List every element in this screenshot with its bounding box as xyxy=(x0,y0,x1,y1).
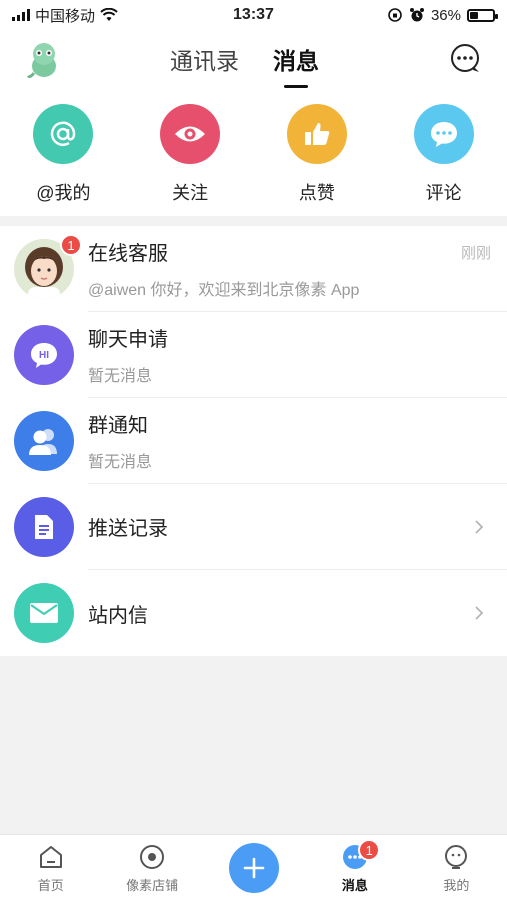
at-icon xyxy=(33,104,94,164)
list-item-chat-requests[interactable]: HI 聊天申请 暂无消息 xyxy=(0,312,507,398)
quick-action-likes[interactable]: 点赞 xyxy=(254,92,381,216)
alarm-icon xyxy=(409,8,424,22)
quick-action-follow[interactable]: 关注 xyxy=(127,92,254,216)
nav-label: 消息 xyxy=(341,878,368,893)
battery-icon xyxy=(467,8,498,22)
hi-bubble-icon: HI xyxy=(14,325,74,385)
carrier-label: 中国移动 xyxy=(35,7,96,25)
comment-icon xyxy=(413,104,474,164)
nav-publish[interactable] xyxy=(203,835,304,900)
wifi-icon xyxy=(100,8,118,21)
quick-action-label: 评论 xyxy=(425,183,462,203)
list-item-push-records[interactable]: 推送记录 xyxy=(0,484,507,570)
rotation-lock-icon xyxy=(388,8,402,22)
header: 通讯录 消息 xyxy=(0,30,507,92)
unread-badge: 1 xyxy=(60,234,82,256)
nav-label: 我的 xyxy=(443,878,470,893)
quick-actions: @我的 关注 点赞 评论 xyxy=(0,92,507,216)
quick-action-label: @我的 xyxy=(36,183,91,203)
plus-icon[interactable] xyxy=(228,843,279,893)
list-item-title: 站内信 xyxy=(88,604,148,627)
list-item-title: 推送记录 xyxy=(88,518,168,540)
bottom-nav: 首页 像素店铺 1 消息 我的 xyxy=(0,834,507,900)
clock: 13:37 xyxy=(233,6,274,23)
signal-icon xyxy=(12,9,30,21)
profile-icon xyxy=(445,845,468,869)
nav-shop[interactable]: 像素店铺 xyxy=(101,835,202,900)
list-item-title: 在线客服 xyxy=(88,243,168,265)
thumbs-up-icon xyxy=(286,104,347,164)
nav-label: 像素店铺 xyxy=(126,878,179,893)
mascot-avatar-icon[interactable] xyxy=(24,40,64,80)
chevron-right-icon xyxy=(475,519,484,534)
list-item-subtitle: 暂无消息 xyxy=(88,368,153,385)
svg-text:HI: HI xyxy=(39,350,49,361)
battery-percent: 36% xyxy=(430,6,461,24)
quick-action-mentions[interactable]: @我的 xyxy=(0,92,127,216)
list-item-title: 群通知 xyxy=(88,415,148,437)
tab-messages[interactable]: 消息 xyxy=(273,42,319,88)
nav-messages[interactable]: 1 消息 xyxy=(304,835,405,900)
list-item-time: 刚刚 xyxy=(460,245,491,262)
message-list: 1 在线客服 @aiwen 你好，欢迎来到北京像素 App 刚刚 HI 聊天申请… xyxy=(0,226,507,656)
list-item-subtitle: 暂无消息 xyxy=(88,454,153,471)
list-item-subtitle: @aiwen 你好，欢迎来到北京像素 App xyxy=(88,282,360,299)
quick-action-comments[interactable]: 评论 xyxy=(380,92,507,216)
chat-bubble-icon[interactable] xyxy=(449,42,483,76)
document-icon xyxy=(14,497,74,557)
tab-contacts[interactable]: 通讯录 xyxy=(170,42,239,88)
quick-action-label: 关注 xyxy=(172,183,209,203)
header-tabs: 通讯录 消息 xyxy=(170,42,319,88)
list-item-group-notice[interactable]: 群通知 暂无消息 xyxy=(0,398,507,484)
shop-icon xyxy=(140,845,165,869)
chevron-right-icon xyxy=(475,606,484,620)
list-item-inbox[interactable]: 站内信 xyxy=(0,570,507,656)
home-icon xyxy=(39,846,62,868)
nav-label: 首页 xyxy=(37,878,64,893)
quick-action-label: 点赞 xyxy=(298,183,335,203)
group-icon xyxy=(14,411,74,471)
nav-home[interactable]: 首页 xyxy=(0,835,101,900)
nav-profile[interactable]: 我的 xyxy=(406,835,507,900)
list-item-title: 聊天申请 xyxy=(88,329,168,351)
status-bar: 中国移动 13:37 36% xyxy=(0,0,507,30)
eye-icon xyxy=(160,104,221,164)
list-item-customer-service[interactable]: 1 在线客服 @aiwen 你好，欢迎来到北京像素 App 刚刚 xyxy=(0,226,507,312)
mail-icon xyxy=(14,583,74,643)
nav-unread-badge: 1 xyxy=(358,839,381,861)
